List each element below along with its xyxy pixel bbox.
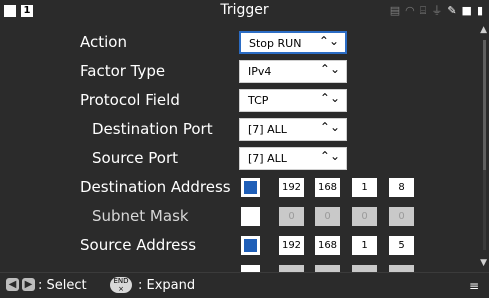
action-value: Stop RUN xyxy=(249,37,302,50)
source-address-row: Source Address 192 168 1 5 xyxy=(0,232,481,261)
destination-octet-3[interactable]: 1 xyxy=(352,178,377,197)
factor-type-value: IPv4 xyxy=(248,65,272,78)
action-row: Action Stop RUN ⌃⌄ xyxy=(0,29,481,58)
destination-port-dropdown[interactable]: [7] ALL ⌃⌄ xyxy=(239,118,347,141)
chevron-updown-icon: ⌃⌄ xyxy=(319,149,340,163)
scrollbar-thumb[interactable] xyxy=(483,40,486,170)
destination-port-row: Destination Port [7] ALL ⌃⌄ xyxy=(0,116,481,145)
status-icons: ▤ ◠ ⌸ ⏚ ✎ ■ ▮ xyxy=(390,4,483,18)
bottom-bar: ◀ ▶ : Select END × : Expand ≡ xyxy=(0,272,489,298)
right-arrow-key-icon: ▶ xyxy=(22,278,35,291)
pen-icon: ✎ xyxy=(447,4,457,17)
next-row-octet-1 xyxy=(279,265,304,272)
action-dropdown[interactable]: Stop RUN ⌃⌄ xyxy=(239,31,347,54)
source-octet-4[interactable]: 5 xyxy=(389,236,414,255)
next-row-octet-4 xyxy=(389,265,414,272)
subnet-mask-label: Subnet Mask xyxy=(92,207,189,225)
source-port-label: Source Port xyxy=(92,149,179,167)
destination-port-label: Destination Port xyxy=(92,120,213,138)
factor-type-label: Factor Type xyxy=(80,62,166,80)
source-address-label: Source Address xyxy=(80,236,197,254)
destination-octet-2[interactable]: 168 xyxy=(315,178,340,197)
protocol-field-label: Protocol Field xyxy=(80,91,180,109)
network-icon: ⌸ xyxy=(419,4,427,17)
source-port-dropdown[interactable]: [7] ALL ⌃⌄ xyxy=(239,147,347,170)
top-bar: 1 Trigger ▤ ◠ ⌸ ⏚ ✎ ■ ▮ xyxy=(0,0,489,22)
subnet-octet-4: 0 xyxy=(389,207,414,226)
left-arrow-key-icon: ◀ xyxy=(6,278,19,291)
subnet-octet-2: 0 xyxy=(315,207,340,226)
expand-hint-text: : Expand xyxy=(138,278,196,293)
subnet-octet-3: 0 xyxy=(352,207,377,226)
chevron-updown-icon: ⌃⌄ xyxy=(318,34,339,48)
destination-address-label: Destination Address xyxy=(80,178,231,196)
checkbox-checked-indicator xyxy=(244,239,257,252)
scrollbar[interactable] xyxy=(483,40,486,250)
next-row-octet-2 xyxy=(315,265,340,272)
source-port-value: [7] ALL xyxy=(248,152,287,165)
wifi-icon: ◠ xyxy=(405,4,415,17)
factor-type-dropdown[interactable]: IPv4 ⌃⌄ xyxy=(239,60,347,83)
subnet-mask-row: Subnet Mask 0 0 0 0 xyxy=(0,203,481,232)
checkbox-checked-indicator xyxy=(244,181,257,194)
scroll-down-arrow-icon[interactable]: ▼ xyxy=(480,258,487,268)
destination-port-value: [7] ALL xyxy=(248,123,287,136)
protocol-field-row: Protocol Field TCP ⌃⌄ xyxy=(0,87,481,116)
select-hint-text: : Select xyxy=(38,278,87,293)
action-label: Action xyxy=(80,33,127,51)
destination-address-row: Destination Address 192 168 1 8 xyxy=(0,174,481,203)
destination-octet-1[interactable]: 192 xyxy=(279,178,304,197)
usb-icon: ⏚ xyxy=(431,4,443,17)
destination-address-checkbox[interactable] xyxy=(241,178,260,197)
trigger-settings-panel: Action Stop RUN ⌃⌄ Factor Type IPv4 ⌃⌄ P… xyxy=(0,22,481,272)
chevron-updown-icon: ⌃⌄ xyxy=(319,91,340,105)
lock-icon: ■ xyxy=(461,4,472,17)
battery-icon: ▮ xyxy=(476,4,483,17)
source-octet-1[interactable]: 192 xyxy=(279,236,304,255)
source-octet-3[interactable]: 1 xyxy=(352,236,377,255)
destination-octet-4[interactable]: 8 xyxy=(389,178,414,197)
source-octet-2[interactable]: 168 xyxy=(315,236,340,255)
chevron-updown-icon: ⌃⌄ xyxy=(319,120,340,134)
source-port-row: Source Port [7] ALL ⌃⌄ xyxy=(0,145,481,174)
end-key-top-label: END xyxy=(113,277,129,285)
subnet-mask-checkbox[interactable] xyxy=(241,207,260,226)
subnet-octet-1: 0 xyxy=(279,207,304,226)
menu-lines-icon[interactable]: ≡ xyxy=(469,279,479,293)
factor-type-row: Factor Type IPv4 ⌃⌄ xyxy=(0,58,481,87)
next-row-checkbox xyxy=(241,265,260,272)
next-row-partial xyxy=(0,261,481,272)
source-address-checkbox[interactable] xyxy=(241,236,260,255)
protocol-field-dropdown[interactable]: TCP ⌃⌄ xyxy=(239,89,347,112)
scroll-up-arrow-icon[interactable]: ▲ xyxy=(480,25,487,35)
chevron-updown-icon: ⌃⌄ xyxy=(319,62,340,76)
end-key-bottom-label: × xyxy=(118,285,124,293)
end-key-icon: END × xyxy=(110,277,132,293)
next-row-octet-3 xyxy=(352,265,377,272)
printer-icon: ▤ xyxy=(389,4,401,17)
protocol-field-value: TCP xyxy=(248,94,269,107)
